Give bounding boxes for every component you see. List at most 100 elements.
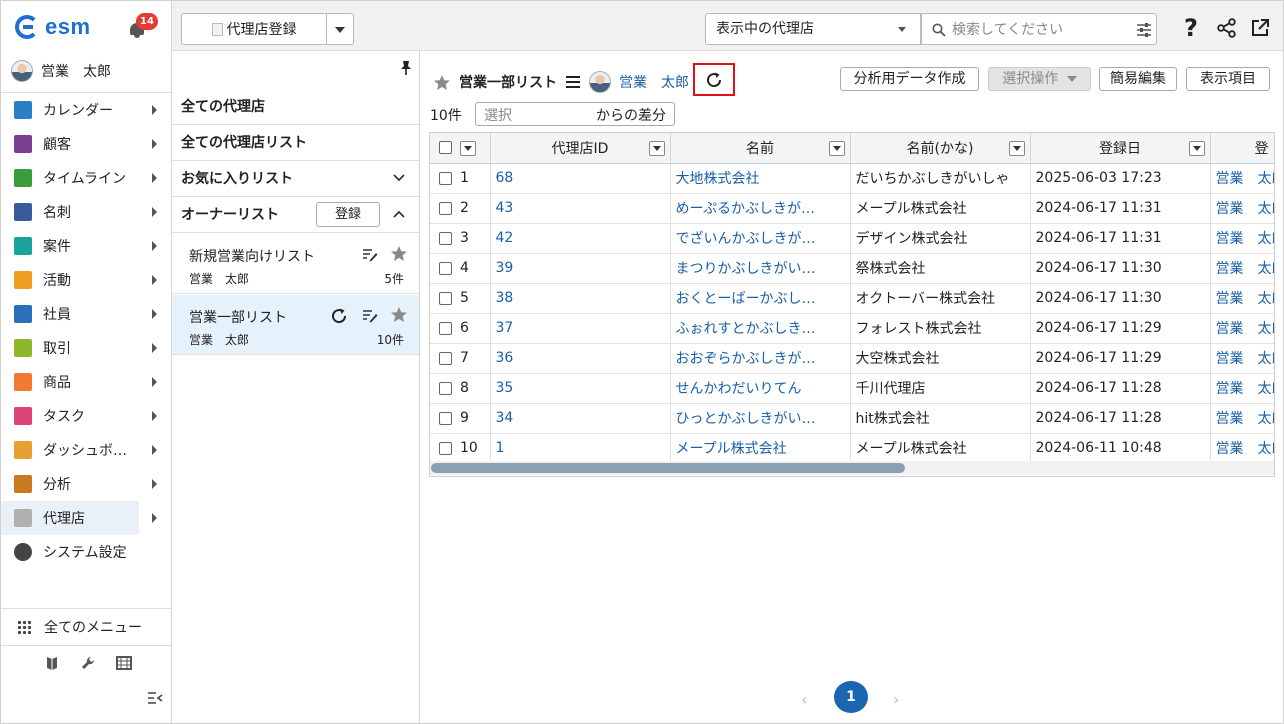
row-checkbox[interactable]: [439, 201, 452, 215]
sidebar-item-system-settings[interactable]: システム設定: [1, 535, 171, 569]
agency-name-link[interactable]: おおぞらかぶしきが…: [670, 343, 851, 374]
chevron-right-icon[interactable]: [152, 513, 157, 523]
menu-icon[interactable]: [565, 75, 581, 89]
agency-name-link[interactable]: おくとーばーかぶし…: [670, 283, 851, 314]
registered-by-link[interactable]: 営業 太郎: [1210, 403, 1274, 434]
agency-id-link[interactable]: 34: [490, 403, 671, 434]
column-header-registered-by[interactable]: 登: [1210, 133, 1274, 164]
next-page-button[interactable]: ›: [893, 690, 899, 709]
sidebar-item-tasks[interactable]: タスク: [1, 399, 171, 433]
film-icon[interactable]: [116, 655, 132, 671]
list-item[interactable]: 新規営業向けリスト 営業 太郎 5件: [172, 234, 419, 294]
collapse-menu-icon[interactable]: [147, 691, 163, 705]
sidebar-item-calendar[interactable]: カレンダー: [1, 93, 171, 127]
wrench-icon[interactable]: [80, 655, 96, 671]
all-agencies-item[interactable]: 全ての代理店: [172, 89, 419, 125]
registered-by-link[interactable]: 営業 太郎: [1210, 223, 1274, 254]
list-owner-link[interactable]: 営業 太郎: [619, 72, 689, 92]
agency-id-link[interactable]: 35: [490, 373, 671, 404]
edit-list-icon[interactable]: [362, 248, 378, 262]
select-all-checkbox[interactable]: [439, 141, 452, 154]
table-row[interactable]: 3 42 でざいんかぶしきが… デザイン株式会社 2024-06-17 11:31 営業 …: [430, 223, 1274, 254]
user-profile[interactable]: 営業 太郎: [11, 59, 111, 83]
agency-id-link[interactable]: 1: [490, 433, 671, 464]
registered-by-link[interactable]: 営業 太郎: [1210, 163, 1274, 194]
chevron-right-icon[interactable]: [152, 275, 157, 285]
search-input[interactable]: [952, 20, 1132, 40]
agency-name-link[interactable]: ひっとかぶしきがい…: [670, 403, 851, 434]
row-checkbox[interactable]: [439, 411, 452, 425]
column-menu-icon[interactable]: [828, 141, 845, 156]
agency-id-link[interactable]: 42: [490, 223, 671, 254]
agency-name-link[interactable]: メープル株式会社: [670, 433, 851, 464]
row-checkbox[interactable]: [439, 261, 452, 275]
registered-by-link[interactable]: 営業 太郎: [1210, 343, 1274, 374]
table-row[interactable]: 5 38 おくとーばーかぶし… オクトーバー株式会社 2024-06-17 11:30 営…: [430, 283, 1274, 314]
registered-by-link[interactable]: 営業 太郎: [1210, 433, 1274, 464]
agency-id-link[interactable]: 39: [490, 253, 671, 284]
registered-by-link[interactable]: 営業 太郎: [1210, 313, 1274, 344]
sidebar-item-activities[interactable]: 活動: [1, 263, 171, 297]
chevron-right-icon[interactable]: [152, 411, 157, 421]
table-row[interactable]: 2 43 めーぷるかぶしきが… メープル株式会社 2024-06-17 11:31 営業 …: [430, 193, 1274, 224]
row-checkbox[interactable]: [439, 381, 452, 395]
column-header-kana[interactable]: 名前(かな): [850, 133, 1031, 164]
open-external-icon[interactable]: [1250, 18, 1270, 38]
agency-name-link[interactable]: でざいんかぶしきが…: [670, 223, 851, 254]
chevron-right-icon[interactable]: [152, 173, 157, 183]
create-analysis-data-button[interactable]: 分析用データ作成: [840, 67, 979, 91]
chevron-right-icon[interactable]: [152, 105, 157, 115]
register-list-button[interactable]: 登録: [316, 202, 380, 227]
row-checkbox[interactable]: [439, 441, 452, 455]
star-icon[interactable]: [433, 74, 451, 91]
sidebar-item-employees[interactable]: 社員: [1, 297, 171, 331]
agency-name-link[interactable]: めーぷるかぶしきが…: [670, 193, 851, 224]
prev-page-button[interactable]: ‹: [801, 690, 807, 709]
page-1-button[interactable]: 1: [834, 681, 868, 713]
diff-select[interactable]: 選択 からの差分: [475, 102, 675, 126]
sidebar-item-business-cards[interactable]: 名刺: [1, 195, 171, 229]
column-header-name[interactable]: 名前: [670, 133, 851, 164]
star-icon[interactable]: [390, 306, 408, 323]
table-row[interactable]: 8 35せんかわだいりてん千川代理店2024-06-17 11:28営業 太郎: [430, 373, 1274, 404]
sidebar-item-transactions[interactable]: 取引: [1, 331, 171, 365]
row-checkbox[interactable]: [439, 171, 452, 185]
search-box[interactable]: [921, 13, 1157, 45]
star-icon[interactable]: [390, 245, 408, 262]
table-row[interactable]: 4 39まつりかぶしきがい…祭株式会社2024-06-17 11:30営業 太郎: [430, 253, 1274, 284]
registered-by-link[interactable]: 営業 太郎: [1210, 253, 1274, 284]
table-row[interactable]: 9 34 ひっとかぶしきがい… hit株式会社 2024-06-17 11:28 営業 太…: [430, 403, 1274, 434]
table-row[interactable]: 6 37 ふぉれすとかぶしき… フォレスト株式会社 2024-06-17 11:29 営業…: [430, 313, 1274, 344]
registered-by-link[interactable]: 営業 太郎: [1210, 373, 1274, 404]
refresh-icon[interactable]: [330, 307, 348, 325]
chevron-right-icon[interactable]: [152, 139, 157, 149]
quick-edit-button[interactable]: 簡易編集: [1099, 67, 1177, 91]
column-header-date[interactable]: 登録日: [1030, 133, 1211, 164]
horizontal-scrollbar[interactable]: [430, 461, 1274, 475]
favorite-lists-section[interactable]: お気に入りリスト: [172, 161, 419, 197]
help-icon[interactable]: ?: [1184, 15, 1198, 41]
chevron-right-icon[interactable]: [152, 479, 157, 489]
pin-icon[interactable]: [400, 60, 412, 76]
owner-lists-section[interactable]: オーナーリスト 登録: [172, 197, 419, 233]
agency-name-link[interactable]: 大地株式会社: [670, 163, 851, 194]
chevron-right-icon[interactable]: [152, 343, 157, 353]
agency-id-link[interactable]: 68: [490, 163, 671, 194]
refresh-icon[interactable]: [705, 71, 723, 89]
agency-id-link[interactable]: 37: [490, 313, 671, 344]
edit-list-icon[interactable]: [362, 309, 378, 323]
select-all-header[interactable]: [430, 133, 491, 164]
table-row[interactable]: 7 36おおぞらかぶしきが…大空株式会社2024-06-17 11:29営業 太郎: [430, 343, 1274, 374]
row-checkbox[interactable]: [439, 291, 452, 305]
agency-name-link[interactable]: ふぉれすとかぶしき…: [670, 313, 851, 344]
table-row[interactable]: 101メープル株式会社メープル株式会社2024-06-11 10:48営業 太郎: [430, 433, 1274, 464]
select-operations-button[interactable]: 選択操作: [988, 67, 1091, 91]
chevron-right-icon[interactable]: [152, 309, 157, 319]
column-menu-icon[interactable]: [1188, 141, 1205, 156]
agency-name-link[interactable]: まつりかぶしきがい…: [670, 253, 851, 284]
list-item-selected[interactable]: 営業一部リスト 営業 太郎 10件: [172, 295, 419, 355]
sidebar-item-customers[interactable]: 顧客: [1, 127, 171, 161]
register-agency-button[interactable]: 代理店登録: [181, 13, 327, 45]
bookmark-shield-icon[interactable]: [44, 655, 60, 671]
column-menu-icon[interactable]: [1008, 141, 1025, 156]
